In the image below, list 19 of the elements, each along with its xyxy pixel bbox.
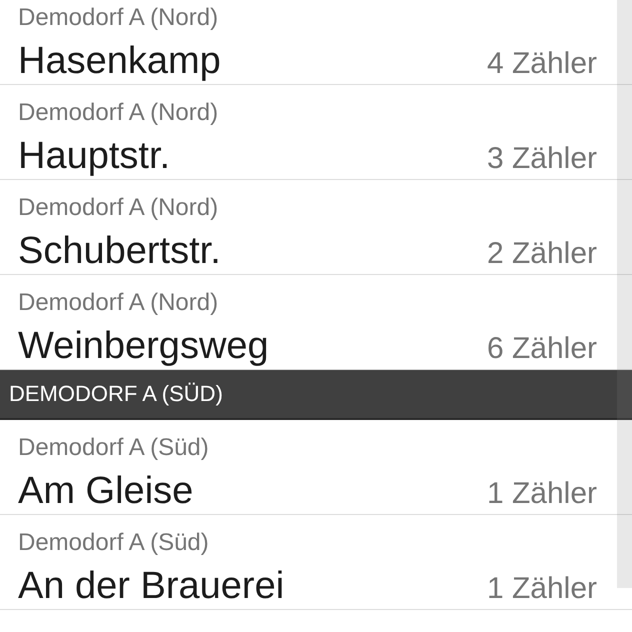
street-name: Weinbergsweg: [18, 324, 269, 368]
street-name: Schubertstr.: [18, 229, 221, 273]
meter-count: 2 Zähler: [486, 237, 597, 271]
district-label: Demodorf A (Süd): [18, 434, 210, 462]
section-header: DEMODORF A (SÜD): [0, 370, 632, 420]
street-name: Am Gleise: [18, 469, 194, 513]
street-name: An der Brauerei: [18, 564, 284, 608]
meter-count: 4 Zähler: [486, 47, 597, 81]
district-label: Demodorf A (Nord): [18, 4, 220, 32]
meter-count: 1 Zähler: [486, 477, 597, 511]
district-label: Demodorf A (Nord): [18, 194, 220, 222]
meter-count: 6 Zähler: [486, 332, 597, 366]
street-name: Hauptstr.: [18, 134, 170, 178]
district-label: Demodorf A (Nord): [18, 99, 220, 127]
district-label: Demodorf A (Süd): [18, 529, 210, 557]
meter-count: 3 Zähler: [486, 142, 597, 176]
meter-count: 1 Zähler: [486, 572, 597, 606]
district-label: Demodorf A (Nord): [18, 289, 220, 317]
street-name: Hasenkamp: [18, 39, 221, 83]
